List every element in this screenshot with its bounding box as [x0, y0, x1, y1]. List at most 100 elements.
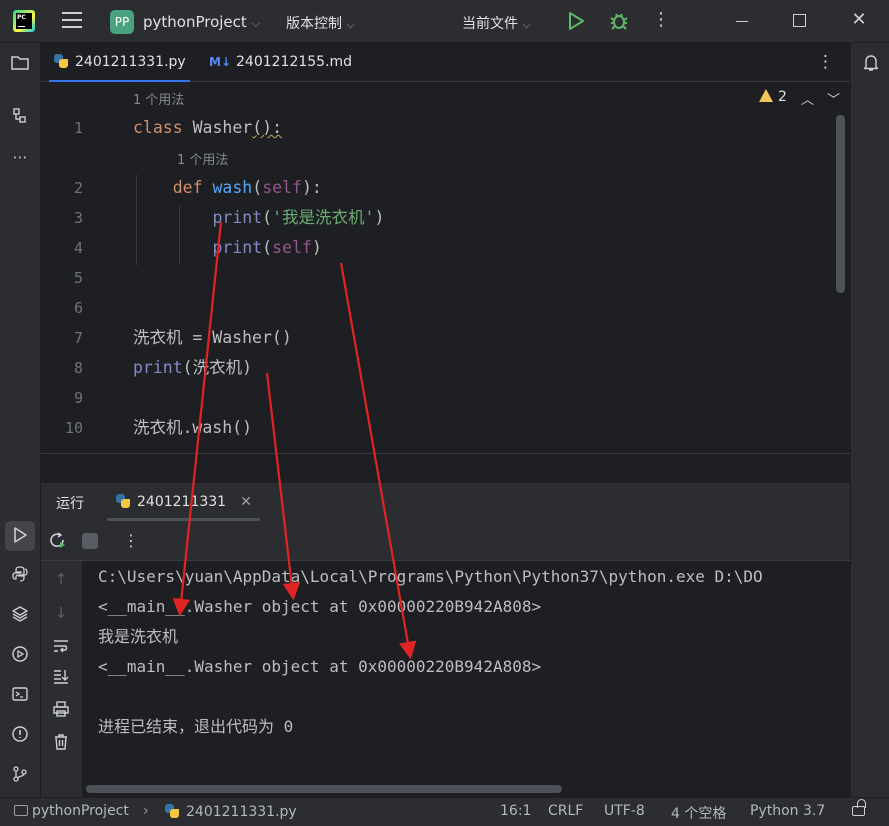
line-number: 4: [73, 239, 83, 257]
pycharm-logo-icon: PC: [13, 10, 35, 32]
maximize-icon[interactable]: [793, 14, 806, 27]
vcs-menu[interactable]: 版本控制 ⌵: [286, 13, 355, 33]
line-number: 6: [73, 299, 83, 317]
tab-label: 2401212155.md: [236, 54, 353, 70]
minimize-icon[interactable]: [734, 11, 752, 31]
code-line[interactable]: 4 print(self): [41, 233, 831, 263]
right-tool-strip: [850, 43, 889, 797]
line-number: 10: [64, 419, 83, 437]
tab-label: 2401211331.py: [75, 54, 186, 70]
chevron-down-icon: ⌵: [346, 18, 355, 31]
git-icon[interactable]: [9, 765, 31, 787]
code-line[interactable]: 5: [41, 263, 831, 293]
line-number: 7: [73, 329, 83, 347]
run-tool-icon[interactable]: [5, 521, 35, 551]
hamburger-menu-icon[interactable]: [62, 12, 82, 30]
more-icon[interactable]: ⋮: [121, 531, 141, 551]
code-line[interactable]: 9: [41, 383, 831, 413]
vcs-label: 版本控制: [286, 16, 342, 32]
left-tool-strip: ⋯: [0, 43, 41, 797]
line-number: 5: [73, 269, 83, 287]
tab-md-file[interactable]: M↓ 2401212155.md: [209, 43, 352, 82]
debug-icon[interactable]: [608, 10, 630, 32]
structure-icon[interactable]: [9, 107, 31, 129]
chevron-down-icon: ⌵: [251, 17, 260, 30]
panel-divider[interactable]: [41, 453, 850, 483]
project-name: pythonProject: [143, 13, 247, 31]
console-line: 进程已结束，退出代码为 0: [98, 717, 294, 736]
console-line: 我是洗衣机: [98, 627, 179, 646]
console-line: <__main__.Washer object at 0x00000220B94…: [98, 597, 542, 616]
console-horizontal-scrollbar[interactable]: [86, 785, 562, 793]
next-highlight-icon[interactable]: ﹀: [827, 89, 840, 108]
caret-position[interactable]: 16:1: [500, 803, 531, 819]
close-icon[interactable]: ✕: [850, 11, 868, 31]
prev-highlight-icon[interactable]: ︿: [801, 89, 814, 108]
lock-icon[interactable]: [852, 799, 866, 816]
run-config-selector[interactable]: 当前文件 ⌵: [462, 13, 531, 33]
editor-vertical-scrollbar[interactable]: [836, 115, 845, 293]
services-icon[interactable]: [9, 645, 31, 667]
project-selector[interactable]: pythonProject ⌵: [143, 13, 260, 31]
chevron-down-icon: ⌵: [522, 18, 531, 31]
indent-setting[interactable]: 4 个空格: [671, 803, 726, 823]
project-badge[interactable]: PP: [110, 10, 134, 34]
python-file-icon: [53, 53, 69, 69]
arrow-up-icon[interactable]: ↑: [51, 569, 71, 589]
more-icon[interactable]: ⋮: [652, 10, 670, 32]
python-interpreter[interactable]: Python 3.7: [750, 803, 825, 819]
code-line[interactable]: 7 洗衣机 = Washer(): [41, 323, 831, 353]
rerun-icon[interactable]: [48, 531, 68, 551]
terminal-icon[interactable]: [9, 685, 31, 707]
run-config-label: 当前文件: [462, 16, 518, 32]
line-number: 8: [73, 359, 83, 377]
tabs-more-icon[interactable]: ⋮: [817, 43, 834, 82]
line-number: 9: [73, 389, 83, 407]
breadcrumb-project[interactable]: pythonProject: [14, 803, 129, 819]
line-number: 2: [73, 179, 83, 197]
status-bar: pythonProject › 2401211331.py 16:1 CRLF …: [0, 797, 889, 826]
python-file-icon: [115, 493, 131, 509]
file-encoding[interactable]: UTF-8: [604, 803, 645, 819]
usage-hint-class[interactable]: 1 个用法: [133, 89, 184, 108]
code-line[interactable]: 2 def wash(self):: [41, 173, 831, 203]
project-folder-icon[interactable]: [9, 54, 31, 76]
python-file-icon: [164, 803, 180, 819]
line-number: 3: [73, 209, 83, 227]
code-line[interactable]: 8 print(洗衣机): [41, 353, 831, 383]
soft-wrap-icon[interactable]: [51, 637, 71, 657]
code-line[interactable]: 1 class Washer():: [41, 113, 831, 143]
console-line: C:\Users\yuan\AppData\Local\Programs\Pyt…: [98, 567, 763, 586]
console-line: <__main__.Washer object at 0x00000220B94…: [98, 657, 542, 676]
run-panel-header: 运行 2401211331 ✕: [41, 483, 850, 521]
code-line[interactable]: 10 洗衣机.wash(): [41, 413, 831, 443]
print-icon[interactable]: [51, 700, 71, 720]
console-output[interactable]: C:\Users\yuan\AppData\Local\Programs\Pyt…: [82, 561, 850, 797]
code-editor[interactable]: 1 个用法 2 ︿ ﹀ 1 class Washer(): 1 个用法 2 de…: [41, 83, 850, 453]
tab-py-file[interactable]: 2401211331.py: [49, 43, 190, 82]
run-icon[interactable]: [566, 10, 586, 32]
line-number: 1: [73, 119, 83, 137]
markdown-file-icon: M↓: [209, 55, 231, 69]
run-panel-title: 运行: [56, 496, 84, 512]
folder-icon: [14, 805, 28, 816]
problems-icon[interactable]: [9, 725, 31, 747]
line-ending[interactable]: CRLF: [548, 803, 583, 819]
layers-icon[interactable]: [9, 605, 31, 627]
run-tab-label: 2401211331: [137, 494, 227, 510]
code-line[interactable]: 6: [41, 293, 831, 323]
stop-icon[interactable]: [82, 533, 98, 549]
more-tools-icon[interactable]: ⋯: [9, 146, 31, 168]
trash-icon[interactable]: [51, 733, 71, 753]
close-tab-icon[interactable]: ✕: [240, 494, 252, 510]
run-tab[interactable]: 2401211331 ✕: [107, 483, 260, 521]
arrow-down-icon[interactable]: ↓: [51, 603, 71, 623]
code-line[interactable]: 3 print('我是洗衣机'): [41, 203, 831, 233]
scroll-to-end-icon[interactable]: [51, 667, 71, 687]
warnings-indicator[interactable]: 2: [759, 89, 787, 105]
usage-hint-method[interactable]: 1 个用法: [177, 149, 228, 168]
breadcrumb-file[interactable]: 2401211331.py: [164, 803, 297, 820]
python-console-icon[interactable]: [9, 565, 31, 587]
notifications-bell-icon[interactable]: [860, 53, 882, 75]
editor-tabs: 2401211331.py M↓ 2401212155.md ⋮: [41, 43, 850, 82]
